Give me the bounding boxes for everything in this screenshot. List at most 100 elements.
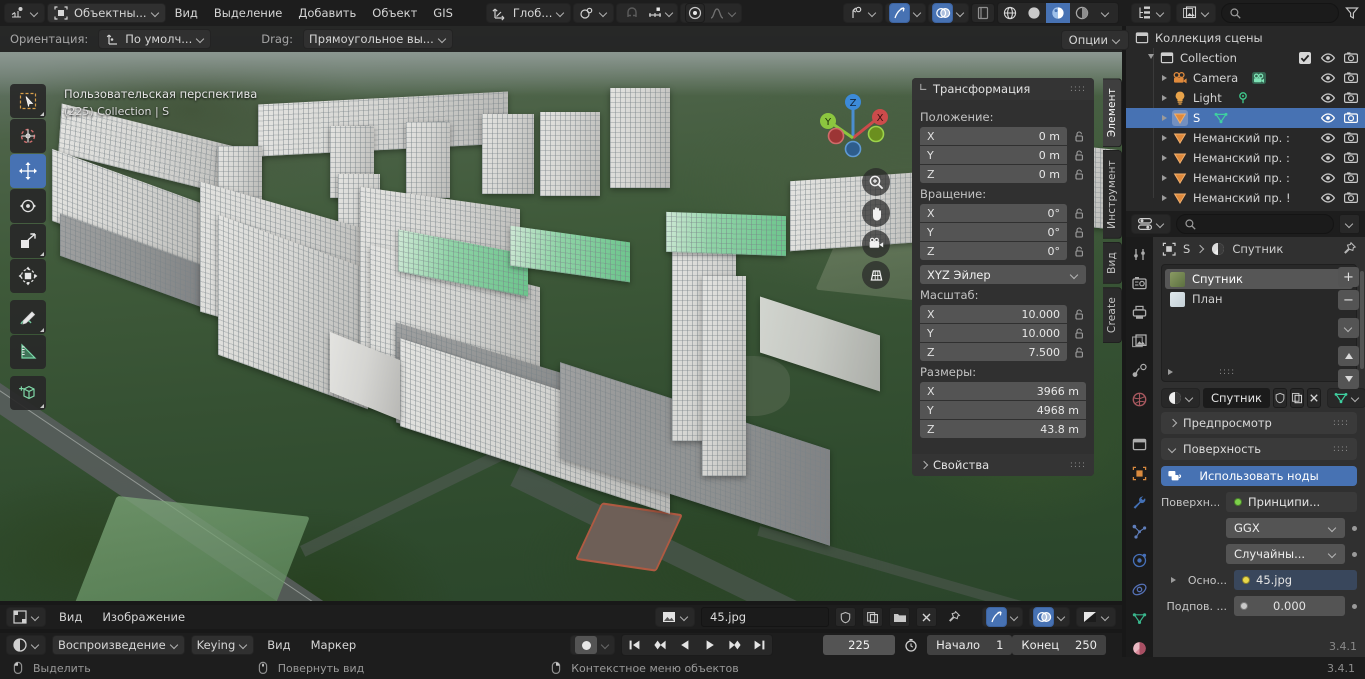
camera-view-button[interactable] [862, 230, 890, 258]
distribution-dropdown[interactable]: GGX [1226, 518, 1345, 538]
duplicate-image-button[interactable] [862, 607, 883, 627]
tab-render-properties[interactable] [1130, 274, 1149, 292]
unlink-image-button[interactable] [916, 607, 937, 627]
tab-scene-properties[interactable] [1130, 361, 1149, 379]
material-type-selector[interactable] [1327, 388, 1365, 408]
disable-in-renders-icon[interactable] [1343, 50, 1359, 66]
fake-user-button[interactable] [835, 607, 856, 627]
scale-z-field[interactable]: Z7.500 [920, 343, 1067, 361]
move-tool[interactable] [10, 154, 46, 188]
tab-world-properties[interactable] [1130, 390, 1149, 408]
shading-options-chevron[interactable] [1094, 3, 1118, 23]
timeline-editor-type-selector[interactable] [6, 635, 46, 655]
rotation-mode-dropdown[interactable]: XYZ Эйлер [920, 265, 1086, 284]
frame-end-value[interactable]: 250 [1075, 638, 1097, 652]
lock-location-y-icon[interactable] [1073, 149, 1086, 162]
orientation-dropdown[interactable]: По умолч... [98, 29, 211, 49]
menu-select[interactable]: Выделение [207, 2, 290, 24]
lock-scale-z-icon[interactable] [1073, 346, 1086, 359]
disable-in-renders-icon[interactable] [1343, 110, 1359, 126]
surface-shader-value[interactable]: Принципи... [1226, 492, 1357, 512]
proportional-toggle[interactable] [685, 3, 705, 23]
expand-triangle-icon[interactable] [1162, 195, 1167, 201]
expand-triangle-icon[interactable] [1162, 175, 1167, 181]
tweak-select-tool[interactable] [10, 84, 46, 118]
menu-add[interactable]: Добавить [291, 2, 363, 24]
chevron-down-icon[interactable] [602, 641, 610, 649]
image-display-channels[interactable] [1076, 607, 1116, 627]
snap-increment-icon[interactable] [647, 5, 663, 21]
tab-output-properties[interactable] [1130, 303, 1149, 321]
dimensions-y-field[interactable]: Y4968 m [920, 401, 1086, 419]
lock-rotation-x-icon[interactable] [1073, 207, 1086, 220]
hide-in-viewport-icon[interactable] [1320, 90, 1336, 106]
properties-panel-header[interactable]: Свойства :::: [912, 454, 1094, 476]
disable-in-renders-icon[interactable] [1343, 190, 1359, 206]
disable-in-renders-icon[interactable] [1343, 150, 1359, 166]
tab-tool[interactable]: Инструмент [1103, 150, 1122, 239]
timeline-menu-marker[interactable]: Маркер [304, 634, 364, 656]
snap-magnet-toggle[interactable] [620, 3, 644, 23]
tab-create[interactable]: Create [1103, 287, 1122, 343]
editor-type-selector[interactable] [4, 3, 45, 23]
show-gizmo-toggle[interactable] [889, 3, 910, 23]
toggle-perspective-button[interactable] [862, 261, 890, 289]
move-slot-up-button[interactable] [1338, 346, 1359, 366]
material-slot-row[interactable]: План [1165, 289, 1353, 309]
chevron-down-icon[interactable] [914, 9, 922, 17]
rotation-y-field[interactable]: Y0° [920, 223, 1067, 241]
hide-in-viewport-icon[interactable] [1320, 110, 1336, 126]
scale-tool[interactable] [10, 224, 46, 258]
lock-rotation-z-icon[interactable] [1073, 245, 1086, 258]
menu-view[interactable]: Вид [168, 2, 205, 24]
pin-image-button[interactable] [943, 607, 964, 627]
location-z-field[interactable]: Z0 m [920, 165, 1067, 183]
outliner-row-camera[interactable]: Camera [1126, 68, 1365, 88]
outliner-display-mode-selector[interactable] [1176, 3, 1216, 23]
hide-in-viewport-icon[interactable] [1320, 150, 1336, 166]
tab-data-properties[interactable] [1130, 610, 1149, 628]
multiscatter-dropdown[interactable]: Случайны... [1226, 544, 1345, 564]
subsurface-value[interactable]: 0.000 [1234, 596, 1345, 616]
add-material-slot-button[interactable]: + [1338, 267, 1359, 287]
disable-in-renders-icon[interactable] [1343, 170, 1359, 186]
duplicate-material-button[interactable] [1290, 388, 1304, 408]
open-image-button[interactable] [889, 607, 910, 627]
image-show-overlays-toggle[interactable] [1033, 607, 1054, 627]
tab-physics-properties[interactable] [1130, 552, 1149, 570]
solid-shading-button[interactable] [1022, 3, 1046, 23]
expand-triangle-icon[interactable] [1162, 75, 1167, 81]
chevron-down-icon[interactable] [1058, 613, 1066, 621]
image-show-gizmo-toggle[interactable] [986, 607, 1007, 627]
frame-start-value[interactable]: 1 [996, 638, 1003, 652]
properties-search-input[interactable] [1176, 214, 1334, 234]
tab-particle-properties[interactable] [1130, 523, 1149, 541]
outliner-row-light[interactable]: Light [1126, 88, 1365, 108]
outliner-search-input[interactable] [1221, 3, 1339, 23]
3d-viewport[interactable]: Пользовательская перспектива (225) Colle… [0, 26, 1122, 601]
use-nodes-button[interactable]: Использовать ноды [1161, 466, 1357, 486]
disable-in-renders-icon[interactable] [1343, 70, 1359, 86]
measure-tool[interactable] [10, 335, 46, 369]
dimensions-x-field[interactable]: X3966 m [920, 382, 1086, 400]
zoom-view-button[interactable] [862, 168, 890, 196]
transform-tool[interactable] [10, 259, 46, 293]
filter-icon[interactable] [1344, 5, 1360, 21]
outliner-row-nemansky-1[interactable]: Неманский пр. : [1126, 128, 1365, 148]
scale-x-field[interactable]: X10.000 [920, 305, 1067, 323]
material-slot-list[interactable]: Спутник План :::: [1161, 264, 1357, 382]
tab-material-properties[interactable] [1130, 639, 1149, 657]
hide-in-viewport-icon[interactable] [1320, 170, 1336, 186]
tab-object-properties[interactable] [1130, 464, 1149, 482]
viewport-options-button[interactable]: Опции [1061, 30, 1129, 50]
play-reverse-button[interactable] [672, 635, 697, 655]
lock-rotation-y-icon[interactable] [1073, 226, 1086, 239]
breadcrumb-object-label[interactable]: S [1183, 242, 1190, 256]
disable-in-renders-icon[interactable] [1343, 130, 1359, 146]
dimensions-z-field[interactable]: Z43.8 m [920, 420, 1086, 438]
image-browse-dropdown[interactable] [655, 607, 695, 627]
expand-triangle-icon[interactable] [1162, 135, 1167, 141]
animate-property-dot[interactable] [1352, 552, 1357, 557]
expand-triangle-icon[interactable] [1162, 95, 1167, 101]
current-frame-field[interactable]: 225 [823, 635, 895, 655]
